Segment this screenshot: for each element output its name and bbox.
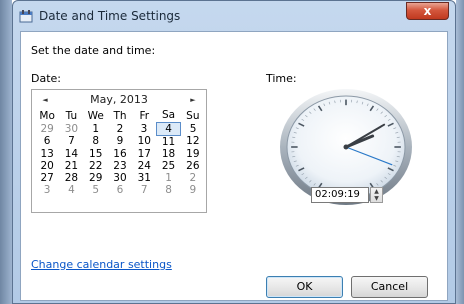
calendar-day[interactable]: 8 (156, 184, 180, 196)
desktop-background-right (456, 0, 464, 304)
calendar-day[interactable]: 9 (181, 184, 205, 196)
calendar-day[interactable]: 22 (84, 160, 108, 172)
calendar-day[interactable]: 10 (132, 135, 156, 148)
calendar-day[interactable]: 14 (59, 148, 83, 160)
calendar-day[interactable]: 8 (84, 135, 108, 148)
time-label: Time: (266, 72, 297, 85)
weekday-label: Fr (139, 109, 150, 122)
calendar-day[interactable]: 23 (108, 160, 132, 172)
spin-up-icon[interactable]: ▲ (371, 188, 382, 195)
window-title: Date and Time Settings (39, 9, 181, 23)
calendar-day[interactable]: 17 (132, 148, 156, 160)
close-icon: x (423, 4, 432, 18)
date-time-settings-window: Date and Time Settings x Set the date an… (12, 0, 456, 304)
weekday-label: Sa (161, 109, 176, 122)
calendar-week-row: 13 14 15 16 17 18 19 (35, 148, 205, 160)
calendar-grid: Mo Tu We Th Fr Sa Su 29 30 1 2 3 4 5 6 7 8 9 10 11 12… (35, 109, 205, 196)
next-month-icon[interactable]: ► (186, 93, 200, 107)
calendar-day[interactable]: 19 (181, 148, 205, 160)
calendar-day[interactable]: 1 (84, 122, 108, 135)
dialog-body: Set the date and time: Date: Time: ◄ May… (20, 31, 448, 301)
title-bar[interactable]: Date and Time Settings x (13, 1, 455, 31)
calendar-day[interactable]: 12 (181, 135, 205, 148)
clock-center (343, 144, 349, 150)
calendar-day[interactable]: 7 (132, 184, 156, 196)
change-calendar-settings-link[interactable]: Change calendar settings (31, 258, 172, 271)
calendar-day[interactable]: 18 (156, 148, 180, 160)
date-time-app-icon (19, 10, 33, 23)
calendar-day[interactable]: 9 (108, 135, 132, 148)
weekday-label: Tu (65, 109, 78, 122)
cancel-button[interactable]: Cancel (351, 276, 428, 298)
weekday-header-row: Mo Tu We Th Fr Sa Su (35, 109, 205, 122)
calendar-day[interactable]: 27 (35, 172, 59, 184)
calendar-day[interactable]: 5 (84, 184, 108, 196)
ok-button[interactable]: OK (266, 276, 343, 298)
calendar-day[interactable]: 30 (59, 122, 83, 135)
calendar-day[interactable]: 31 (132, 172, 156, 184)
calendar-day[interactable]: 6 (35, 135, 59, 148)
time-spinner[interactable]: ▲ ▼ (370, 187, 383, 203)
calendar-day[interactable]: 25 (156, 160, 180, 172)
weekday-label: We (87, 109, 104, 122)
calendar-day[interactable]: 30 (108, 172, 132, 184)
time-input[interactable]: 02:09:19 (311, 187, 369, 203)
calendar-day[interactable]: 26 (181, 160, 205, 172)
calendar-day[interactable]: 13 (35, 148, 59, 160)
calendar-day[interactable]: 1 (156, 172, 180, 184)
calendar-day[interactable]: 11 (156, 135, 180, 148)
calendar-day[interactable]: 28 (59, 172, 83, 184)
calendar-day[interactable]: 4 (59, 184, 83, 196)
calendar-day[interactable]: 3 (132, 122, 156, 135)
desktop-background-left (0, 0, 12, 304)
calendar-day[interactable]: 7 (59, 135, 83, 148)
set-date-time-label: Set the date and time: (31, 44, 156, 57)
calendar-day[interactable]: 2 (108, 122, 132, 135)
calendar-day[interactable]: 24 (132, 160, 156, 172)
spin-down-icon[interactable]: ▼ (371, 195, 382, 202)
calendar-week-row: 3456789 (35, 184, 205, 196)
calendar-day[interactable]: 6 (108, 184, 132, 196)
close-button[interactable]: x (406, 2, 449, 20)
calendar-header: ◄ May, 2013 ► (32, 92, 206, 108)
date-label: Date: (31, 72, 61, 85)
calendar-day[interactable]: 3 (35, 184, 59, 196)
calendar-week-row: 29 30 1 2 3 4 5 (35, 121, 205, 136)
calendar-month-label[interactable]: May, 2013 (32, 93, 206, 106)
calendar-day[interactable]: 20 (35, 160, 59, 172)
calendar-day[interactable]: 5 (181, 122, 205, 135)
calendar-day[interactable]: 15 (84, 148, 108, 160)
calendar-day[interactable]: 21 (59, 160, 83, 172)
weekday-label: Su (186, 109, 200, 122)
calendar-week-row: 20 21 22 23 24 25 26 (35, 160, 205, 172)
calendar-week-row: 6 7 8 9 10 11 12 (35, 135, 205, 148)
calendar: ◄ May, 2013 ► Mo Tu We Th Fr Sa Su 29 30… (31, 89, 207, 213)
calendar-day-selected[interactable]: 4 (155, 121, 182, 136)
calendar-week-row: 27 28 29 30 31 1 2 (35, 172, 205, 184)
calendar-day[interactable]: 2 (181, 172, 205, 184)
calendar-day[interactable]: 29 (84, 172, 108, 184)
weekday-label: Mo (39, 109, 55, 122)
weekday-label: Th (113, 109, 127, 122)
calendar-day[interactable]: 16 (108, 148, 132, 160)
calendar-day[interactable]: 29 (35, 122, 59, 135)
